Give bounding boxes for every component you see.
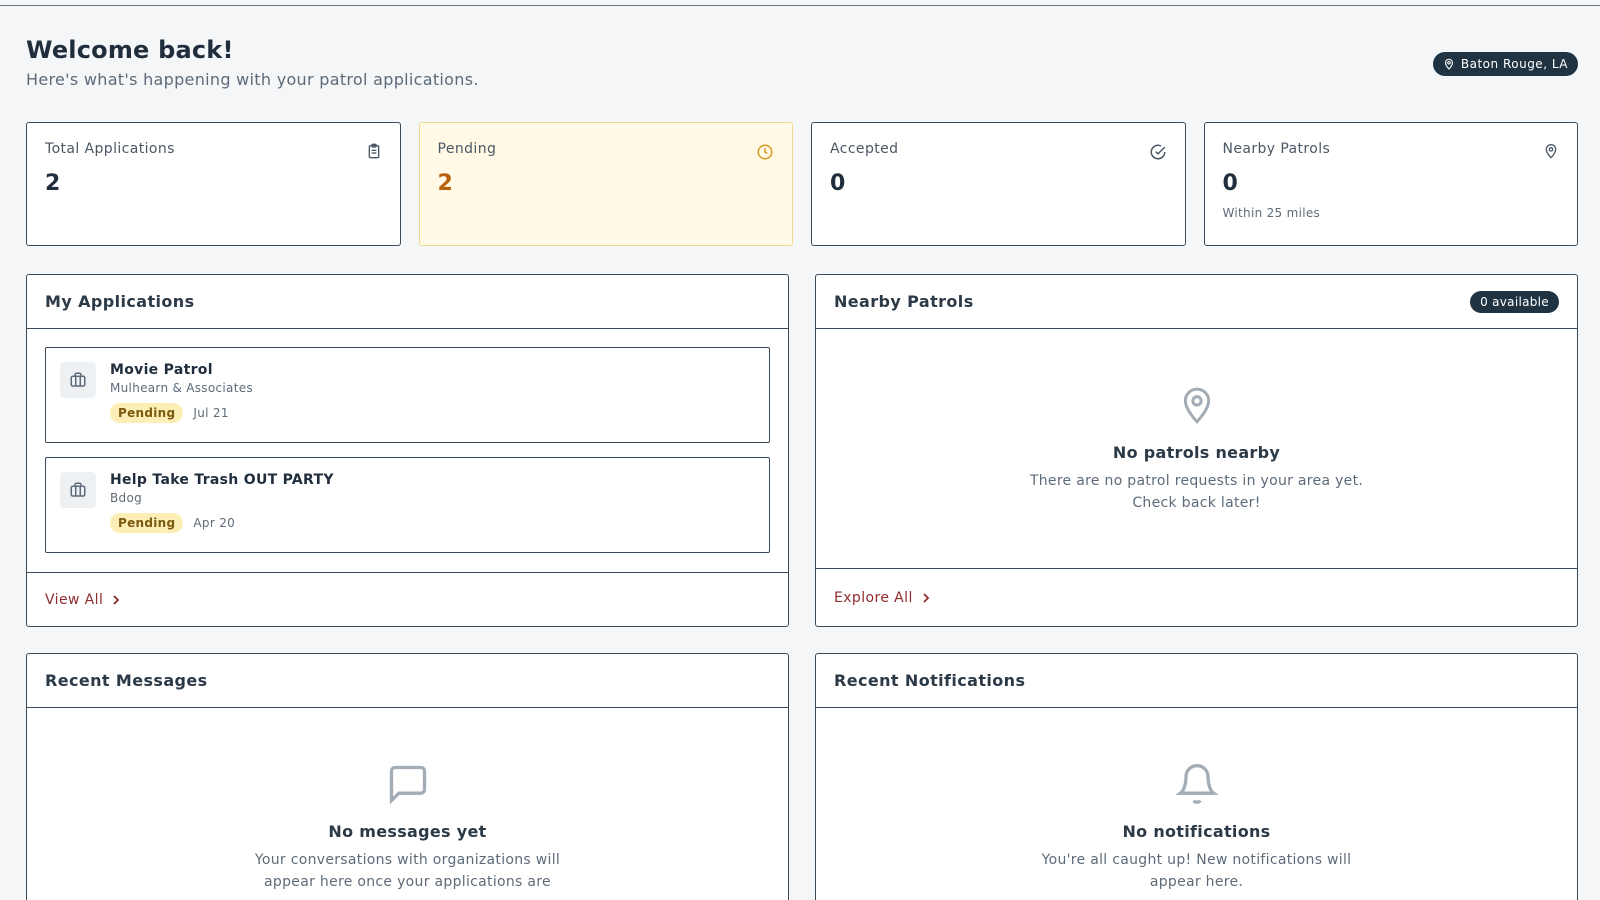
panel-title: My Applications [45,292,195,311]
application-meta: Pending Jul 21 [110,403,253,423]
empty-state-line: appear here once your applications are [264,874,551,890]
stats-row: Total Applications 2 Pending 2 Accepted … [26,122,1578,246]
explore-all-label: Explore All [834,589,913,606]
empty-state-title: No patrols nearby [1112,443,1281,462]
view-all-link[interactable]: View All [45,592,121,608]
bell-icon [1174,764,1219,804]
recent-messages-panel: Recent Messages No messages yet Your con… [26,653,789,900]
empty-state: No patrols nearby There are no patrol re… [816,383,1577,514]
nearby-patrols-panel: Nearby Patrols 0 available No patrols ne… [815,274,1578,627]
stat-value: 2 [437,171,453,196]
application-details: Movie Patrol Mulhearn & Associates Pendi… [110,362,253,428]
empty-state: No notifications You're all caught up! N… [816,762,1577,893]
application-card[interactable]: Movie Patrol Mulhearn & Associates Pendi… [45,347,770,443]
top-divider [0,5,1600,6]
available-count-badge: 0 available [1470,290,1559,313]
empty-state-line: There are no patrol requests in your are… [1029,473,1364,489]
stat-value: 0 [1222,171,1238,196]
application-meta: Pending Apr 20 [110,513,334,533]
panel-header: Recent Notifications [816,654,1577,708]
empty-state-title: No messages yet [328,822,487,841]
application-org: Mulhearn & Associates [110,381,253,395]
message-square-icon [389,765,426,805]
application-icon-box [60,362,96,398]
page-title: Welcome back! [26,36,234,64]
stat-label: Total Applications [45,141,175,157]
chevron-right-icon [923,592,930,603]
stat-card-nearby[interactable]: Nearby Patrols 0 Within 25 miles [1203,122,1578,246]
application-date: Jul 21 [193,406,229,420]
application-card[interactable]: Help Take Trash OUT PARTY Bdog Pending A… [45,457,770,553]
map-pin-icon [1444,58,1453,70]
recent-notifications-panel: Recent Notifications No notifications Yo… [815,653,1578,900]
application-details: Help Take Trash OUT PARTY Bdog Pending A… [110,472,334,538]
stat-value: 2 [45,171,61,196]
explore-all-link[interactable]: Explore All [834,590,931,606]
panel-header: My Applications [27,275,788,329]
page-subtitle: Here's what's happening with your patrol… [26,70,479,89]
panel-title: Nearby Patrols [834,292,974,311]
application-org: Bdog [110,491,143,505]
stat-label: Accepted [830,141,899,157]
empty-state-line: Your conversations with organizations wi… [254,852,561,868]
empty-state-text: You're all caught up! New notifications … [816,849,1577,893]
panel-footer: Explore All [816,568,1577,626]
panel-title: Recent Messages [45,671,208,690]
location-badge[interactable]: Baton Rouge, LA [1432,52,1578,76]
applications-list: Movie Patrol Mulhearn & Associates Pendi… [27,329,788,585]
briefcase-icon [70,372,86,387]
page-header: Welcome back! Here's what's happening wi… [26,36,1578,96]
panel-footer: View All [27,572,788,626]
my-applications-panel: My Applications Movie Patrol Mulhearn & … [26,274,789,627]
stat-value: 0 [830,171,846,196]
map-pin-icon [1545,144,1557,159]
empty-state: No messages yet Your conversations with … [27,762,788,893]
panel-header: Recent Messages [27,654,788,708]
empty-state-title: No notifications [1122,822,1271,841]
check-circle-icon [1150,144,1165,160]
location-label: Baton Rouge, LA [1460,57,1568,71]
empty-state-line: appear here. [1149,874,1244,890]
stat-subtext: Within 25 miles [1222,206,1321,220]
stat-label: Pending [437,141,497,157]
status-badge: Pending [110,513,184,533]
briefcase-icon [70,482,86,497]
stat-card-pending[interactable]: Pending 2 [418,122,793,246]
view-all-label: View All [45,591,104,608]
clock-icon [757,144,773,160]
panel-title: Recent Notifications [834,671,1026,690]
application-icon-box [60,472,96,508]
clipboard-icon [368,143,379,159]
chevron-right-icon [113,594,120,605]
empty-state-text: There are no patrol requests in your are… [816,470,1577,514]
panel-header: Nearby Patrols 0 available [816,275,1577,329]
stat-label: Nearby Patrols [1222,141,1331,157]
application-title: Movie Patrol [110,362,213,378]
stat-card-total[interactable]: Total Applications 2 [26,122,401,246]
status-badge: Pending [110,403,184,423]
application-title: Help Take Trash OUT PARTY [110,472,334,488]
map-pin-icon [1183,387,1210,424]
empty-state-line: Check back later! [1132,495,1261,511]
stat-card-accepted[interactable]: Accepted 0 [811,122,1186,246]
empty-state-text: Your conversations with organizations wi… [27,849,788,893]
empty-state-line: You're all caught up! New notifications … [1041,852,1352,868]
application-date: Apr 20 [193,516,236,530]
